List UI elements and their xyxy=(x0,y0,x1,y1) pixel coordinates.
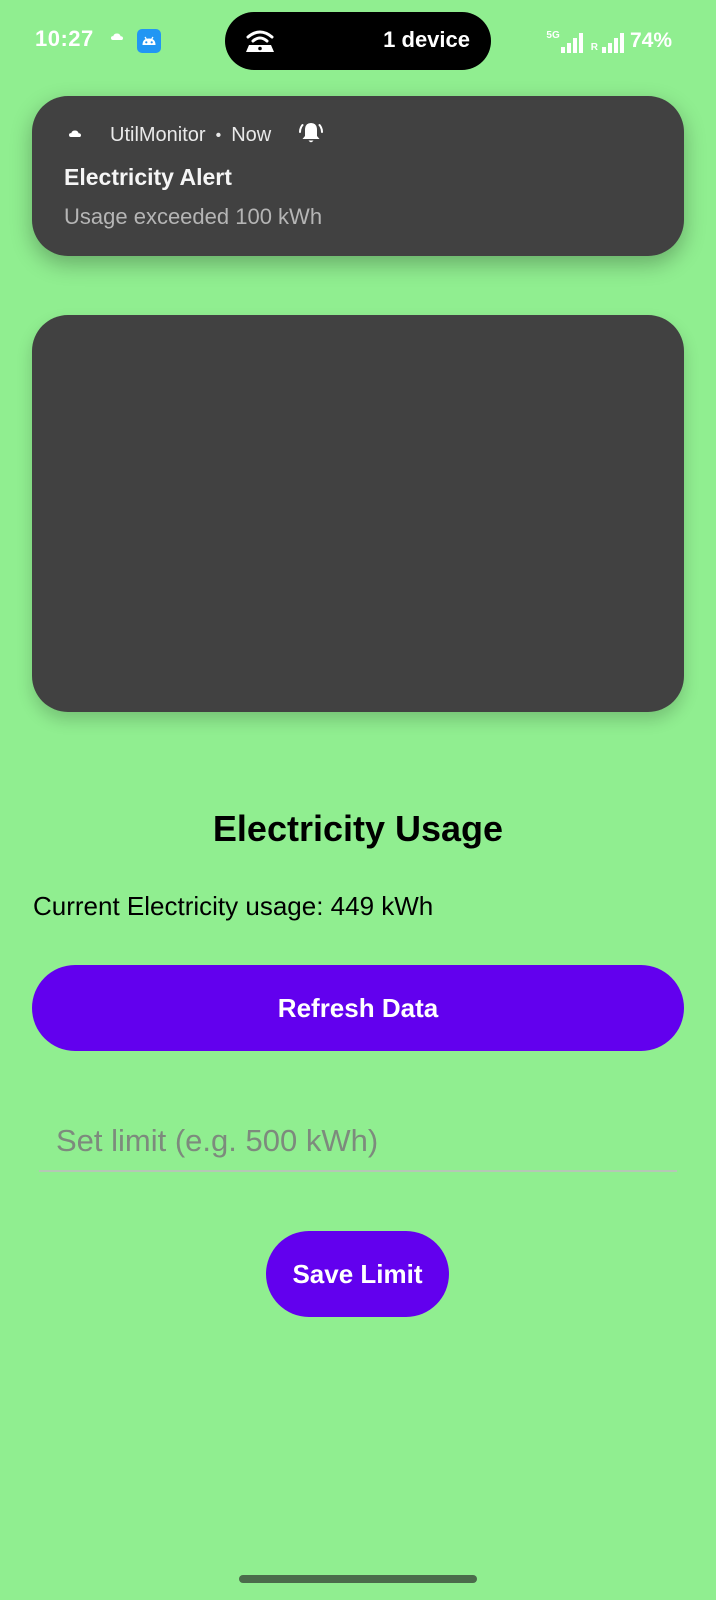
notification-title: Electricity Alert xyxy=(64,164,232,190)
hotspot-icon xyxy=(246,30,274,52)
page-title: Electricity Usage xyxy=(212,808,504,849)
notification-header: UtilMonitor • Now xyxy=(110,124,271,147)
bell-alert-icon xyxy=(299,123,323,143)
network-type: 5G xyxy=(546,30,560,41)
limit-input[interactable] xyxy=(39,1112,677,1172)
cloud-icon xyxy=(111,33,123,40)
cloud-icon xyxy=(69,130,81,137)
roaming-indicator: R xyxy=(590,42,598,53)
signal-icon xyxy=(560,33,583,53)
notification-separator: • xyxy=(215,126,222,144)
current-usage-text: Current Electricity usage: 449 kWh xyxy=(33,891,434,921)
status-time: 10:27 xyxy=(35,26,94,51)
status-bar: 10:27 1 device 5G R 74% xyxy=(0,0,716,84)
home-indicator[interactable] xyxy=(239,1575,477,1583)
signal-icon xyxy=(601,33,624,53)
hotspot-label: 1 device xyxy=(383,27,470,52)
hotspot-pill[interactable]: 1 device xyxy=(225,12,491,70)
notification-app-name: UtilMonitor xyxy=(110,124,206,146)
notification-card[interactable]: UtilMonitor • Now Electricity Alert Usag… xyxy=(32,96,684,256)
refresh-data-button[interactable]: Refresh Data xyxy=(32,965,684,1051)
dark-panel xyxy=(32,315,684,712)
status-indicators: 5G R 74% xyxy=(546,26,672,56)
battery-level: 74% xyxy=(629,29,672,52)
notification-body: Usage exceeded 100 kWh xyxy=(64,204,323,229)
android-app-icon xyxy=(137,29,161,53)
save-limit-button[interactable]: Save Limit xyxy=(266,1231,449,1317)
notification-time: Now xyxy=(231,124,272,146)
